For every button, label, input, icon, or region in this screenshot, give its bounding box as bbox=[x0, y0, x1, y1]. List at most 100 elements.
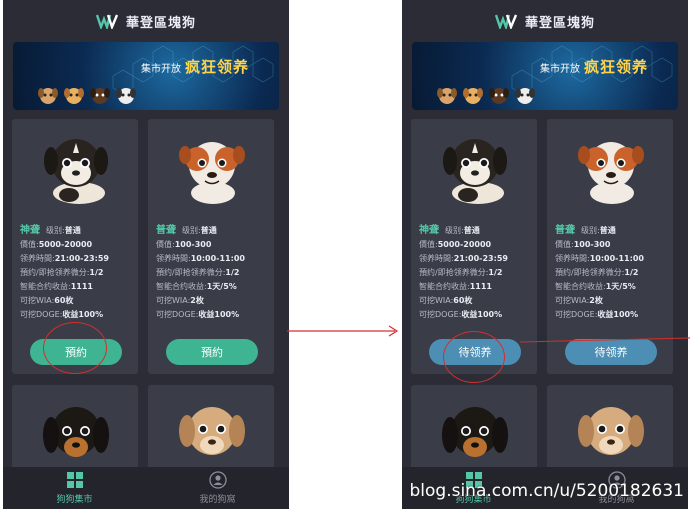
adopt-time-value: 10:00-11:00 bbox=[190, 254, 245, 263]
doge-label: 可挖DOGE: bbox=[555, 310, 598, 319]
logo-icon bbox=[494, 14, 517, 29]
dog-dachshund-image bbox=[43, 407, 109, 457]
dog-card-dachshund[interactable] bbox=[12, 385, 138, 475]
puppy-icon bbox=[515, 88, 535, 104]
points-value: 1/2 bbox=[624, 268, 639, 277]
contract-profit-value: 1111 bbox=[70, 282, 93, 291]
dog-card-labrador[interactable] bbox=[148, 385, 274, 475]
doge-label: 可挖DOGE: bbox=[20, 310, 63, 319]
dog-labrador-image bbox=[179, 407, 245, 455]
price-label: 價值: bbox=[555, 240, 574, 249]
adopt-time-label: 领养時間: bbox=[20, 254, 55, 263]
doge-value: 收益100% bbox=[62, 310, 104, 319]
dog-dachshund-image bbox=[442, 407, 508, 457]
app-title: 華登區塊狗 bbox=[524, 15, 595, 31]
dog-labrador-image bbox=[578, 407, 644, 455]
puppy-icon bbox=[116, 88, 136, 104]
highlight-circle-right bbox=[443, 331, 505, 383]
puppy-icon bbox=[64, 88, 84, 104]
contract-profit-value: 1天/5% bbox=[206, 282, 237, 291]
points-value: 1/2 bbox=[225, 268, 240, 277]
puppy-icon bbox=[463, 88, 483, 104]
arrow-icon bbox=[287, 325, 399, 337]
dog-card-pudeng[interactable]: 普聋 级别:普通 價值:100-300 领养時間:10:00-11:00 預约/即… bbox=[148, 119, 274, 374]
wia-label: 可挖WIA: bbox=[156, 296, 191, 305]
reserve-button[interactable]: 預約 bbox=[166, 339, 258, 365]
banner-headline: 疯狂领养 bbox=[185, 58, 250, 76]
adopt-time-value: 21:00-23:59 bbox=[54, 254, 109, 263]
dog-card-dachshund[interactable] bbox=[411, 385, 537, 475]
wia-label: 可挖WIA: bbox=[555, 296, 590, 305]
dog-name: 神聋 bbox=[20, 225, 40, 236]
price-label: 價值: bbox=[156, 240, 175, 249]
adopt-time-label: 领养時間: bbox=[419, 254, 454, 263]
banner-dogs bbox=[37, 84, 137, 106]
doge-value: 收益100% bbox=[461, 310, 503, 319]
wia-value: 2枚 bbox=[190, 296, 204, 305]
puppy-icon bbox=[38, 88, 58, 104]
dog-info: 神聋 级别:普通 價值:5000-20000 领养時間:21:00-23:59 預… bbox=[419, 224, 533, 322]
price-value: 5000-20000 bbox=[437, 240, 492, 249]
dog-card-labrador[interactable] bbox=[547, 385, 673, 475]
app-screen-after: 華登區塊狗 集市开放 疯狂领养 神聋 级别:普通 價值:5000-20000 领… bbox=[402, 0, 688, 509]
points-label: 預约/即抢领养微分: bbox=[555, 268, 625, 277]
bottom-tabbar: 狗狗集市 我的狗窩 bbox=[3, 467, 289, 509]
dog-black-white-image bbox=[443, 139, 507, 204]
level-value: 普通 bbox=[64, 226, 81, 235]
points-label: 預约/即抢领养微分: bbox=[419, 268, 489, 277]
banner-subtitle: 集市开放 bbox=[540, 64, 580, 75]
doge-value: 收益100% bbox=[597, 310, 639, 319]
tab-dog-market[interactable]: 狗狗集市 bbox=[3, 467, 146, 509]
wia-label: 可挖WIA: bbox=[20, 296, 55, 305]
dog-info: 普聋 级别:普通 價值:100-300 领养時間:10:00-11:00 預约/即… bbox=[555, 224, 669, 322]
tab-label: 狗狗集市 bbox=[56, 495, 93, 505]
promo-banner[interactable]: 集市开放 疯狂领养 bbox=[412, 42, 678, 110]
adopt-time-label: 领养時間: bbox=[156, 254, 191, 263]
wia-value: 60枚 bbox=[54, 296, 74, 305]
banner-dogs bbox=[436, 84, 536, 106]
points-value: 1/2 bbox=[488, 268, 503, 277]
app-screen-before: 華登區塊狗 集市开放 疯狂领养 神聋 级别:普通 價值:5000-20000 领… bbox=[3, 0, 289, 509]
app-header: 華登區塊狗 bbox=[402, 0, 688, 42]
points-value: 1/2 bbox=[89, 268, 104, 277]
puppy-icon bbox=[437, 88, 457, 104]
tab-my-kennel[interactable]: 我的狗窩 bbox=[146, 467, 289, 509]
adopt-time-value: 21:00-23:59 bbox=[453, 254, 508, 263]
puppy-icon bbox=[90, 88, 110, 104]
wia-value: 2枚 bbox=[589, 296, 603, 305]
wia-label: 可挖WIA: bbox=[419, 296, 454, 305]
dog-name: 神聋 bbox=[419, 225, 439, 236]
price-value: 100-300 bbox=[174, 240, 212, 249]
price-value: 5000-20000 bbox=[38, 240, 93, 249]
points-label: 預约/即抢领养微分: bbox=[156, 268, 226, 277]
contract-profit-label: 智能合约收益: bbox=[20, 282, 71, 291]
price-label: 價值: bbox=[20, 240, 39, 249]
banner-subtitle: 集市开放 bbox=[141, 64, 181, 75]
user-icon bbox=[208, 471, 227, 489]
banner-headline: 疯狂领养 bbox=[584, 58, 649, 76]
level-label: 级别: bbox=[445, 226, 464, 235]
doge-value: 收益100% bbox=[198, 310, 240, 319]
dog-bulldog-image bbox=[578, 142, 644, 204]
dog-bulldog-image bbox=[179, 142, 245, 204]
contract-profit-label: 智能合约收益: bbox=[156, 282, 207, 291]
level-value: 普通 bbox=[200, 226, 217, 235]
annotation-line bbox=[520, 337, 690, 343]
app-title: 華登區塊狗 bbox=[125, 15, 196, 31]
dog-name: 普聋 bbox=[555, 225, 575, 236]
price-value: 100-300 bbox=[573, 240, 611, 249]
level-value: 普通 bbox=[599, 226, 616, 235]
level-label: 级别: bbox=[182, 226, 201, 235]
promo-banner[interactable]: 集市开放 疯狂领养 bbox=[13, 42, 279, 110]
highlight-circle-left bbox=[43, 322, 107, 374]
puppy-icon bbox=[489, 88, 509, 104]
watermark: blog.sina.com.cn/u/5200182631 bbox=[409, 481, 684, 501]
points-label: 預约/即抢领养微分: bbox=[20, 268, 90, 277]
contract-profit-value: 1111 bbox=[469, 282, 492, 291]
dog-black-white-image bbox=[44, 139, 108, 204]
doge-label: 可挖DOGE: bbox=[419, 310, 462, 319]
level-value: 普通 bbox=[463, 226, 480, 235]
wia-value: 60枚 bbox=[453, 296, 473, 305]
contract-profit-label: 智能合约收益: bbox=[555, 282, 606, 291]
app-header: 華登區塊狗 bbox=[3, 0, 289, 42]
